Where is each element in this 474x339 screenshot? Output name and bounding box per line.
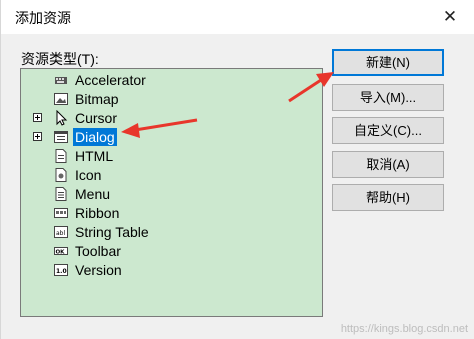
annotation-arrow-to-dialog [121,118,198,138]
add-resource-dialog: 添加资源 ✕ 资源类型(T): Accelerator Bitmap Curso… [0,0,474,339]
annotation-arrows [121,72,334,138]
annotation-arrow-to-new-button [288,72,334,103]
